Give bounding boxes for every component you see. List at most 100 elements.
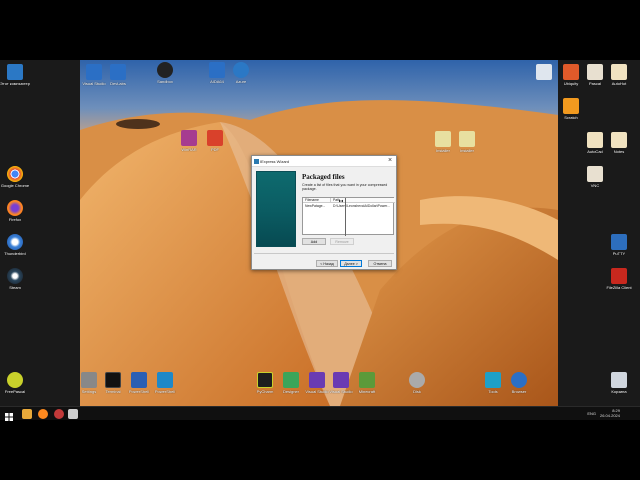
desktop-icon-label: FileZilla Client <box>606 285 632 290</box>
next-button[interactable]: Далее > <box>340 260 362 267</box>
app-icon <box>587 166 603 182</box>
desktop-icon-app-5[interactable]: Azure <box>226 62 256 84</box>
desktop-icon-label: Этот компьютер <box>0 81 30 86</box>
desktop-icon-label: AutoHot <box>611 81 627 86</box>
desktop-icon-app-7[interactable]: PDF <box>200 130 230 152</box>
pycharm-icon <box>257 372 273 388</box>
terminal-icon <box>105 372 121 388</box>
settings-icon <box>81 372 97 388</box>
remove-button[interactable]: Remove <box>330 238 354 245</box>
desktop-icon-r6[interactable]: Notes <box>604 132 634 154</box>
tray-clock[interactable]: 8:29 26.04.2024 <box>600 408 620 418</box>
dialog-heading: Packaged files <box>302 173 345 181</box>
cancel-button[interactable]: Отмена <box>368 260 392 267</box>
tools-icon <box>485 372 501 388</box>
desktop-icon-r9[interactable]: FileZilla Client <box>604 268 634 290</box>
taskbar-explorer-icon[interactable] <box>22 409 32 419</box>
browser-icon <box>511 372 527 388</box>
archive-icon <box>181 130 197 146</box>
desktop-icon-steam[interactable]: Steam <box>0 268 30 290</box>
desktop-icon-label: Thunderbird <box>4 251 26 256</box>
desktop-icon-app-3[interactable]: Sandbox <box>150 62 180 84</box>
visual-studio-icon <box>333 372 349 388</box>
input-language[interactable]: ENG <box>587 411 596 416</box>
desktop-icon-r10[interactable]: Корзина <box>604 372 634 394</box>
app-icon <box>587 132 603 148</box>
iexpress-wizard-dialog: IExpress Wizard × Packaged files Create … <box>251 155 397 270</box>
taskbar: ENG 8:29 26.04.2024 <box>0 406 640 421</box>
folder-icon <box>536 64 552 80</box>
desktop-icon-thunderbird[interactable]: Thunderbird <box>0 234 30 256</box>
taskbar-firefox-icon[interactable] <box>38 409 48 419</box>
desktop-icon-label: Browser <box>511 389 527 394</box>
computer-icon <box>7 64 23 80</box>
desktop-icon-label: Firefox <box>8 217 22 222</box>
desktop-icon-label: Корзина <box>611 389 627 394</box>
freepascal-icon <box>7 372 23 388</box>
desktop-icon-this-pc[interactable]: Этот компьютер <box>0 64 30 86</box>
desktop-icon-label: Installer <box>459 148 474 153</box>
app-icon <box>86 64 102 80</box>
file-row-name[interactable]: NewPatage... <box>303 204 331 209</box>
visual-studio-icon <box>309 372 325 388</box>
desktop-icon-label: PuTTY <box>612 251 626 256</box>
start-button[interactable] <box>4 409 14 421</box>
desktop-icon-label: DevLabs <box>110 81 126 86</box>
column-divider <box>345 198 346 236</box>
file-row-path[interactable]: D:\Users\Leonsheva\AIDollar\Power... <box>331 204 395 209</box>
installer-icon <box>459 131 475 147</box>
desktop-icon-label: Scratch <box>564 115 578 120</box>
filezilla-icon <box>611 268 627 284</box>
desktop-icon-b10[interactable]: Disk <box>402 372 432 394</box>
desktop-icon-app-9[interactable]: Installer <box>452 131 482 153</box>
desktop-icon-b12[interactable]: Browser <box>504 372 534 394</box>
pdf-icon <box>207 130 223 146</box>
desktop-icon-r4[interactable]: Scratch <box>556 98 586 120</box>
app-icon <box>563 64 579 80</box>
dialog-separator <box>254 253 394 254</box>
dialog-description: Create a list of files that you want in … <box>302 183 388 192</box>
add-button[interactable]: Add <box>302 238 326 245</box>
desktop-icon-r8[interactable]: PuTTY <box>604 234 634 256</box>
column-header-filename[interactable]: Filename <box>303 198 331 203</box>
desktop-icon-freepascal[interactable]: FreePascal <box>0 372 30 394</box>
desktop-icon-app-2[interactable]: DevLabs <box>103 64 133 86</box>
clock-date: 26.04.2024 <box>599 413 620 418</box>
desktop-icon-label: Notes <box>613 149 625 154</box>
desktop-icon-chrome[interactable]: Google Chrome <box>0 166 30 188</box>
desktop-icon-b4[interactable]: PowerShell <box>150 372 180 394</box>
cloud-icon <box>157 62 173 78</box>
windows-logo-icon <box>5 413 13 421</box>
terminal-icon <box>611 234 627 250</box>
wizard-app-icon <box>254 159 259 164</box>
desktop-icon-label: FreePascal <box>4 389 26 394</box>
minecraft-icon <box>359 372 375 388</box>
desktop-icon-firefox[interactable]: Firefox <box>0 200 30 222</box>
desktop-icon-label: Minecraft <box>358 389 376 394</box>
back-button[interactable]: < Назад <box>316 260 338 267</box>
app-icon <box>110 64 126 80</box>
dialog-titlebar[interactable]: IExpress Wizard × <box>252 156 396 167</box>
desktop-icon-app-extra[interactable] <box>529 64 559 80</box>
dialog-title: IExpress Wizard <box>260 159 290 164</box>
desktop-icon-r3[interactable]: AutoHot <box>604 64 634 86</box>
desktop-icon-label: Google Chrome <box>0 183 30 188</box>
taskbar-iexpress-icon[interactable] <box>68 409 78 419</box>
powershell-icon <box>157 372 173 388</box>
packaged-files-list[interactable]: Filename Path NewPatage... D:\Users\Leon… <box>302 197 395 236</box>
wizard-side-banner <box>256 171 296 247</box>
taskbar-opera-icon[interactable] <box>54 409 64 419</box>
disk-icon <box>409 372 425 388</box>
powershell-icon <box>131 372 147 388</box>
firefox-icon <box>7 200 23 216</box>
recycle-bin-icon <box>611 372 627 388</box>
chrome-icon <box>7 166 23 182</box>
desktop-icon-b9[interactable]: Minecraft <box>352 372 382 394</box>
desktop-icon-r7[interactable]: VNC <box>580 166 610 188</box>
desktop-left-strip <box>0 60 80 406</box>
designer-icon <box>283 372 299 388</box>
desktop-icon-label: Disk <box>413 389 421 394</box>
screen: Этот компьютер Google Chrome Firefox Thu… <box>0 0 640 480</box>
app-icon <box>611 64 627 80</box>
close-icon[interactable]: × <box>386 157 394 165</box>
